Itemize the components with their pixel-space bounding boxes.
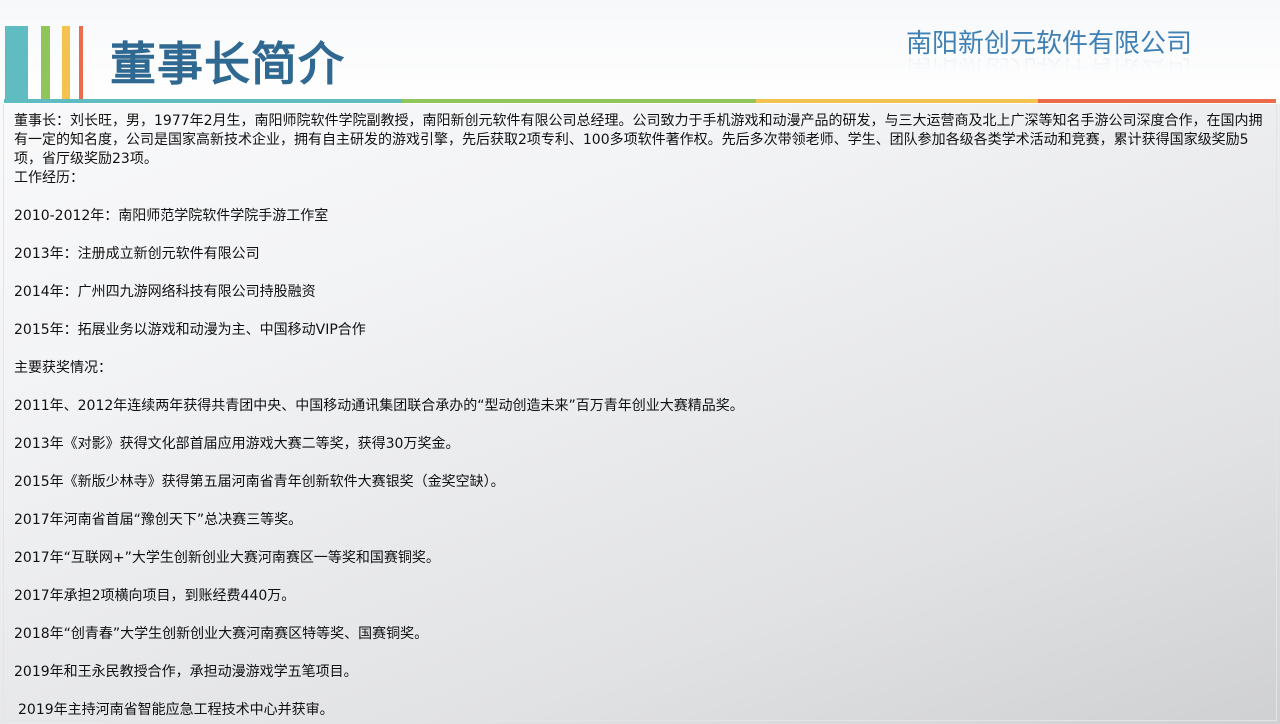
slide-content: 董事长：刘长旺，男，1977年2月生，南阳师院软件学院副教授，南阳新创元软件有限…: [14, 112, 1266, 720]
work-item: 2013年：注册成立新创元软件有限公司: [14, 246, 260, 262]
strip-segment-orange: [1038, 99, 1276, 103]
work-item: 2010-2012年：南阳师范学院软件学院手游工作室: [14, 208, 329, 224]
decor-bar-green: [41, 26, 50, 100]
strip-segment-yellow: [756, 99, 1038, 103]
award-item: 2011年、2012年连续两年获得共青团中央、中国移动通讯集团联合承办的“型动创…: [14, 398, 744, 414]
strip-segment-teal: [4, 99, 402, 103]
header-color-strip: [4, 99, 1276, 103]
decor-bar-yellow: [62, 26, 70, 100]
company-name: 南阳新创元软件有限公司: [906, 29, 1193, 59]
award-item: 2017年“互联网+”大学生创新创业大赛河南赛区一等奖和国赛铜奖。: [14, 550, 440, 566]
intro-paragraph: 董事长：刘长旺，男，1977年2月生，南阳师院软件学院副教授，南阳新创元软件有限…: [14, 113, 1263, 167]
slide-header: 董事长简介 南阳新创元软件有限公司 南阳新创元软件有限公司: [0, 0, 1280, 104]
work-item: 2015年：拓展业务以游戏和动漫为主、中国移动VIP合作: [14, 322, 366, 338]
award-item: 2013年《对影》获得文化部首届应用游戏大赛二等奖，获得30万奖金。: [14, 436, 460, 452]
decor-bar-teal: [5, 26, 28, 102]
strip-segment-green: [402, 99, 756, 103]
decor-bar-orange: [79, 26, 83, 100]
award-item: 2017年河南省首届“豫创天下”总决赛三等奖。: [14, 512, 303, 528]
award-item: 2015年《新版少林寺》获得第五届河南省青年创新软件大赛银奖（金奖空缺）。: [14, 474, 505, 490]
award-item: 2018年“创青春”大学生创新创业大赛河南赛区特等奖、国赛铜奖。: [14, 626, 429, 642]
award-item: 2017年承担2项横向项目，到账经费440万。: [14, 588, 296, 604]
work-item: 2014年：广州四九游网络科技有限公司持股融资: [14, 284, 316, 300]
awards-heading: 主要获奖情况：: [14, 360, 112, 376]
page-title: 董事长简介: [110, 37, 345, 91]
work-heading: 工作经历：: [14, 170, 84, 186]
award-item: 2019年和王永民教授合作，承担动漫游戏学五笔项目。: [14, 664, 358, 680]
award-item: 2019年主持河南省智能应急工程技术中心并获审。: [18, 702, 334, 718]
